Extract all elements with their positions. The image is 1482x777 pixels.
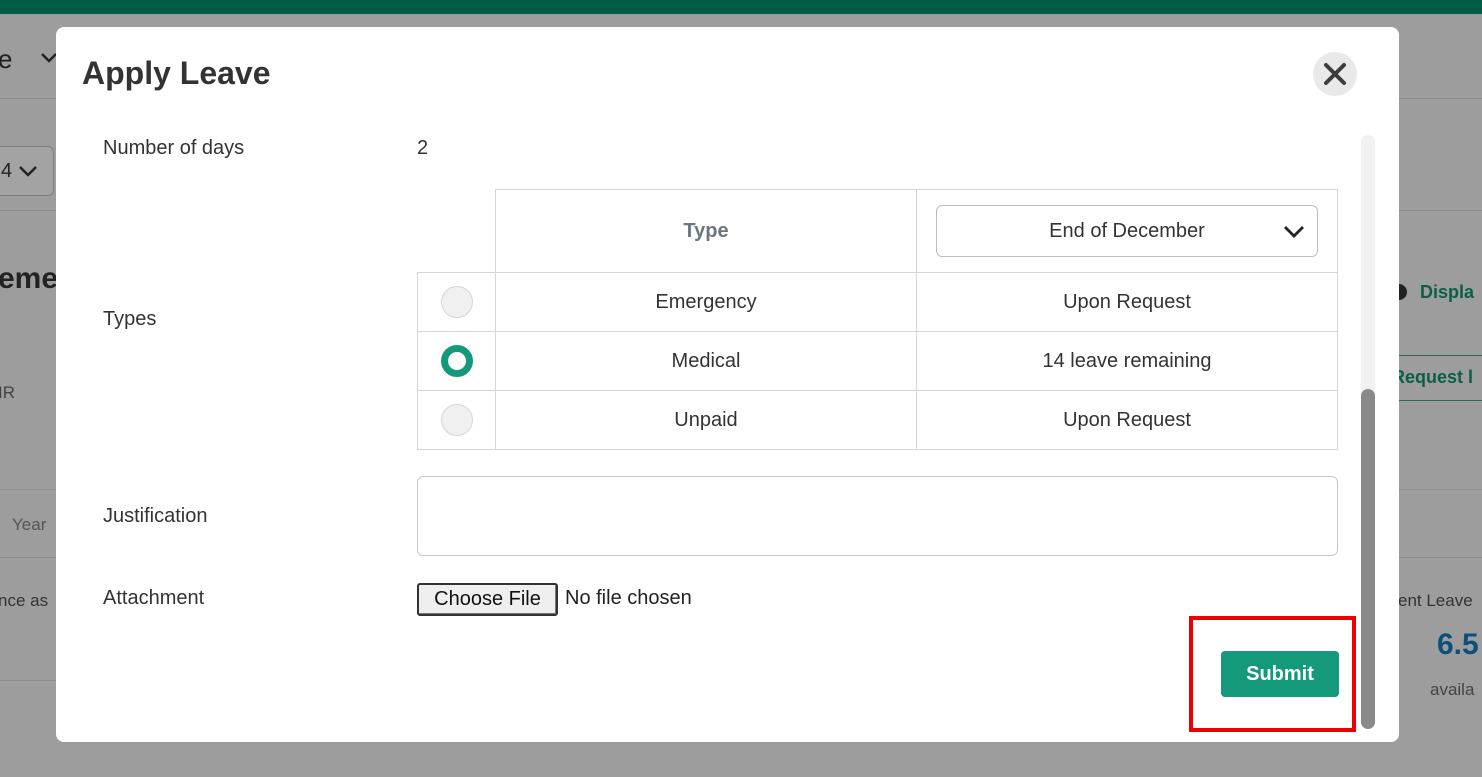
leave-type-balance: 14 leave remaining: [916, 331, 1338, 391]
radio-medical[interactable]: [440, 345, 473, 377]
leave-type-balance: Upon Request: [916, 390, 1338, 450]
bg-header-fragment: e: [0, 44, 13, 74]
bg-col-year: Year: [12, 515, 47, 534]
choose-file-button[interactable]: Choose File: [417, 583, 558, 616]
chevron-down-icon: [19, 166, 38, 177]
table-header-period: End of December: [916, 189, 1338, 273]
submit-button[interactable]: Submit: [1221, 651, 1339, 697]
file-status: No file chosen: [565, 587, 692, 609]
close-button[interactable]: [1313, 52, 1357, 96]
bg-available-label: availa: [1430, 680, 1475, 699]
table-row-radio-cell: [417, 331, 496, 391]
justification-label: Justification: [103, 505, 208, 527]
radio-emergency[interactable]: [440, 286, 473, 318]
table-row-radio-cell: [417, 272, 496, 332]
bg-request-label: Request l: [1392, 367, 1474, 387]
apply-leave-modal: Apply Leave Number of days 2 Types Type …: [56, 27, 1399, 742]
bg-divider: [1400, 489, 1482, 490]
radio-unpaid[interactable]: [440, 404, 473, 436]
leave-types-table: Type End of December Emergency Upon Requ…: [417, 189, 1338, 450]
bg-divider: [0, 680, 56, 681]
scrollbar-thumb[interactable]: [1361, 389, 1375, 729]
number-of-days-label: Number of days: [103, 137, 245, 159]
table-row-radio-cell: [417, 390, 496, 450]
bg-balance-fragment: nce as: [0, 591, 49, 610]
chevron-down-icon: [1284, 226, 1304, 238]
bg-year-select: 4: [0, 146, 54, 196]
types-label: Types: [103, 308, 157, 330]
number-of-days-value: 2: [417, 137, 429, 159]
leave-type-name: Emergency: [495, 272, 917, 332]
bg-display-link: Displa: [1391, 282, 1474, 303]
leave-type-name: Medical: [495, 331, 917, 391]
leave-type-balance: Upon Request: [916, 272, 1338, 332]
app-top-bar: [0, 0, 1482, 14]
bg-code-fragment: IR: [0, 383, 15, 402]
justification-input[interactable]: [417, 476, 1338, 556]
bg-heading-fragment: eme: [0, 262, 59, 295]
close-icon: [1324, 63, 1346, 85]
leave-type-name: Unpaid: [495, 390, 917, 450]
bg-current-leave-value: 6.5: [1437, 628, 1479, 661]
period-select-value: End of December: [1049, 219, 1205, 242]
bg-current-leave-label: ent Leave: [1398, 591, 1473, 610]
scrollbar[interactable]: [1361, 135, 1375, 729]
attachment-label: Attachment: [103, 587, 205, 609]
table-header-type: Type: [495, 189, 917, 273]
period-select[interactable]: End of December: [936, 205, 1318, 257]
modal-title: Apply Leave: [82, 55, 271, 91]
